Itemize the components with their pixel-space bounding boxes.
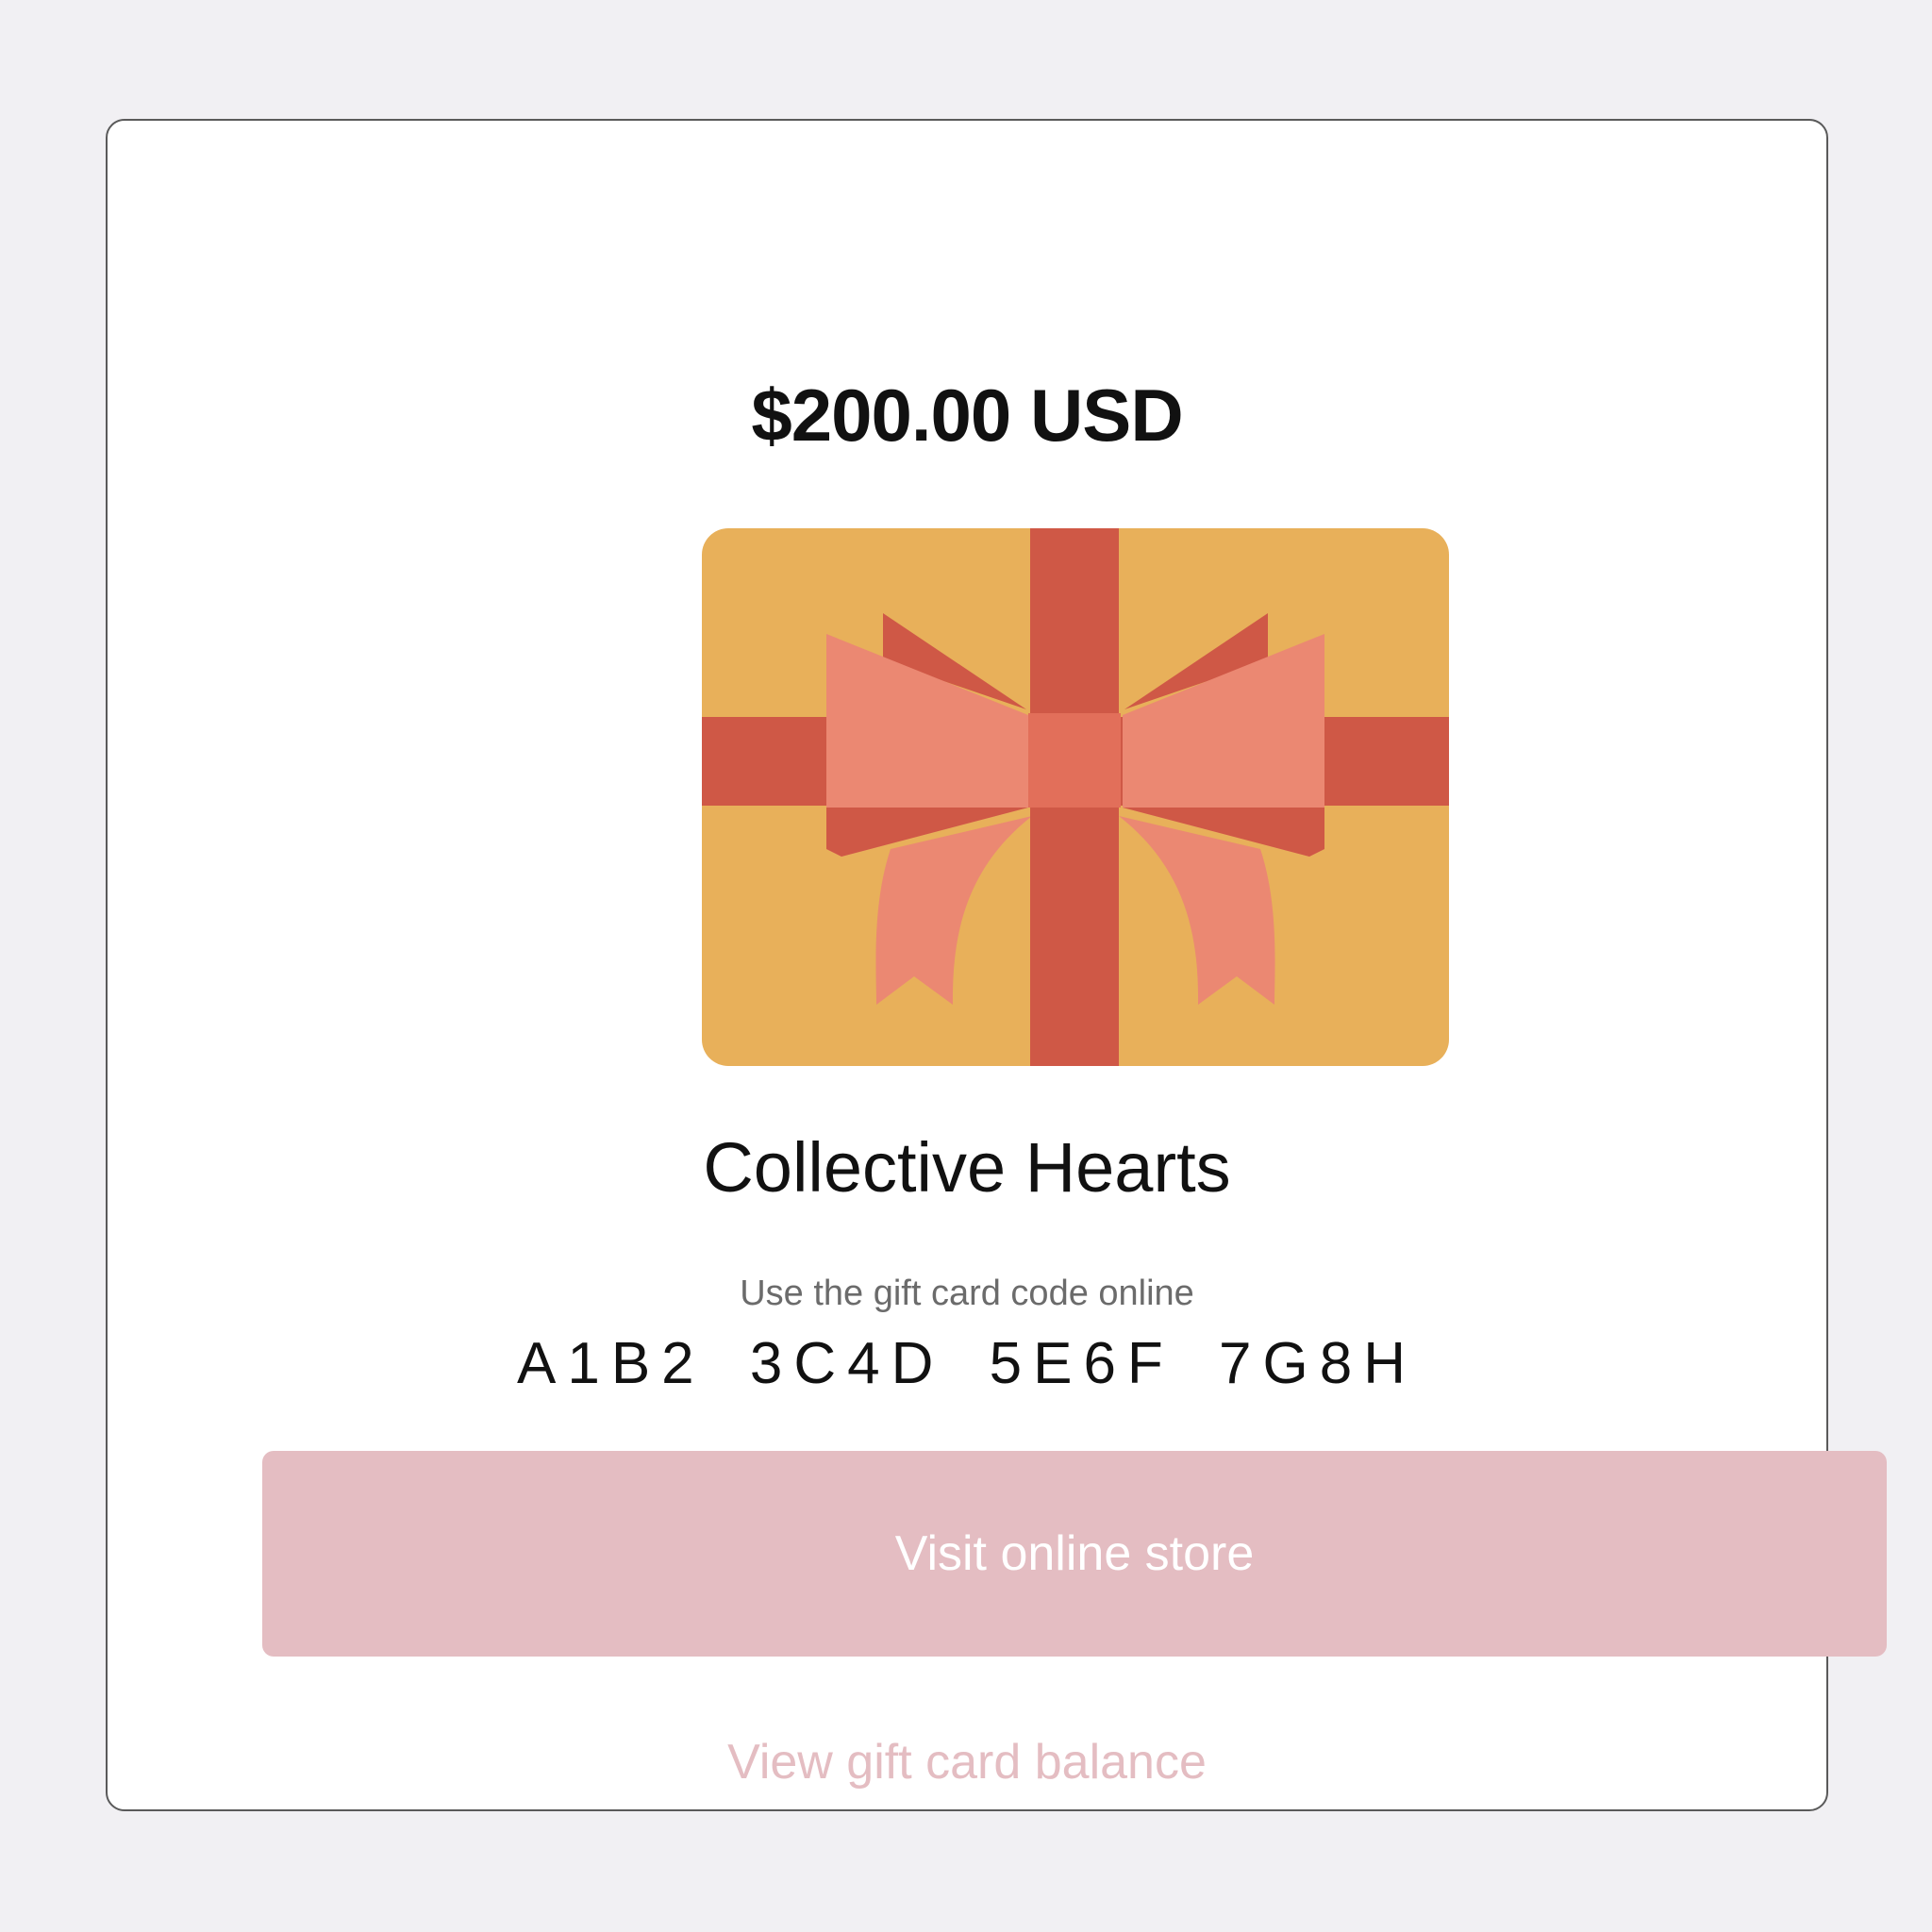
gift-card-panel: $200.00 USD Collective Hearts Use the gi… xyxy=(106,119,1887,1811)
view-balance-label[interactable]: View gift card balance xyxy=(727,1735,1207,1790)
gift-card-code: A1B2 3C4D 5E6F 7G8H xyxy=(516,1331,1417,1396)
merchant-name: Collective Hearts xyxy=(703,1128,1231,1207)
view-balance-link[interactable]: View gift card balance xyxy=(108,1724,1826,1800)
gift-card-amount: $200.00 USD xyxy=(751,374,1183,457)
visit-online-store-button[interactable]: Visit online store xyxy=(262,1451,1887,1657)
gift-card-bow-icon xyxy=(702,528,1449,1066)
code-hint: Use the gift card code online xyxy=(740,1274,1194,1313)
